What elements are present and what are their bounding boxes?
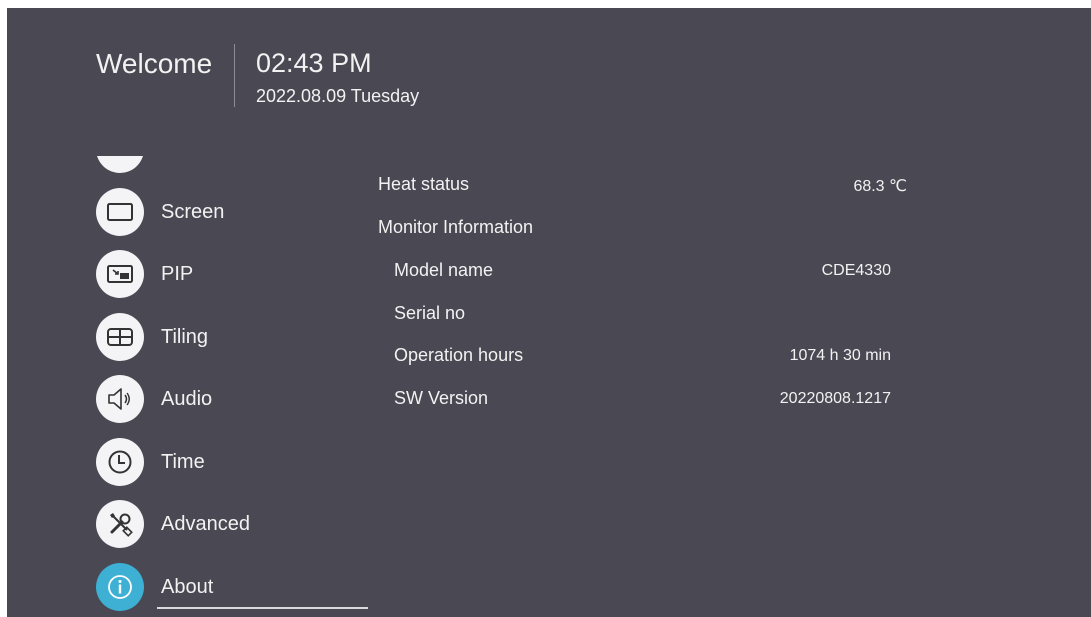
- sidebar-item-label: PIP: [161, 263, 194, 285]
- sidebar-menu: Screen PIP Tiling Audio Time Advanced Ab…: [7, 156, 377, 617]
- sidebar-item-partial[interactable]: [96, 156, 376, 173]
- welcome-title: Welcome: [96, 48, 213, 79]
- heat-status-label: Heat status: [378, 174, 470, 194]
- osd-screen: Welcome 02:43 PM 2022.08.09 Tuesday Scre…: [7, 8, 1091, 617]
- sidebar-item-audio[interactable]: Audio: [96, 375, 376, 423]
- sidebar-item-label: Advanced: [161, 513, 250, 535]
- header-divider: [234, 44, 235, 107]
- clock-icon: [96, 438, 144, 486]
- heat-status-value: 68.3 ℃: [853, 178, 907, 195]
- monitor-info-heading: Monitor Information: [378, 217, 534, 237]
- info-icon: [96, 563, 144, 611]
- sw-version-label: SW Version: [394, 388, 489, 408]
- model-name-value: CDE4330: [821, 262, 891, 279]
- tools-icon: [96, 500, 144, 548]
- sidebar-item-time[interactable]: Time: [96, 438, 376, 486]
- clock-time: 02:43 PM: [256, 48, 372, 78]
- sidebar-item-label: Time: [161, 451, 205, 473]
- operation-hours-value: 1074 h 30 min: [789, 347, 891, 364]
- operation-hours-label: Operation hours: [394, 345, 524, 365]
- sidebar-item-label: About: [161, 576, 214, 598]
- serial-no-label: Serial no: [394, 303, 466, 323]
- sidebar-item-about[interactable]: About: [96, 563, 376, 611]
- sw-version-value: 20220808.1217: [779, 390, 891, 407]
- sidebar-item-label: Audio: [161, 388, 213, 410]
- tiling-icon: [96, 313, 144, 361]
- clock-date: 2022.08.09 Tuesday: [256, 86, 420, 106]
- sidebar-item-pip[interactable]: PIP: [96, 250, 376, 298]
- sidebar-item-advanced[interactable]: Advanced: [96, 500, 376, 548]
- sidebar-item-label: Tiling: [161, 326, 209, 348]
- sidebar-item-screen[interactable]: Screen: [96, 188, 376, 236]
- model-name-label: Model name: [394, 260, 494, 280]
- selection-underline: [157, 607, 368, 609]
- pip-icon: [96, 250, 144, 298]
- screen-icon: [96, 188, 144, 236]
- partial-icon: [96, 156, 144, 173]
- audio-icon: [96, 375, 144, 423]
- sidebar-item-label: Screen: [161, 201, 225, 223]
- sidebar-item-tiling[interactable]: Tiling: [96, 313, 376, 361]
